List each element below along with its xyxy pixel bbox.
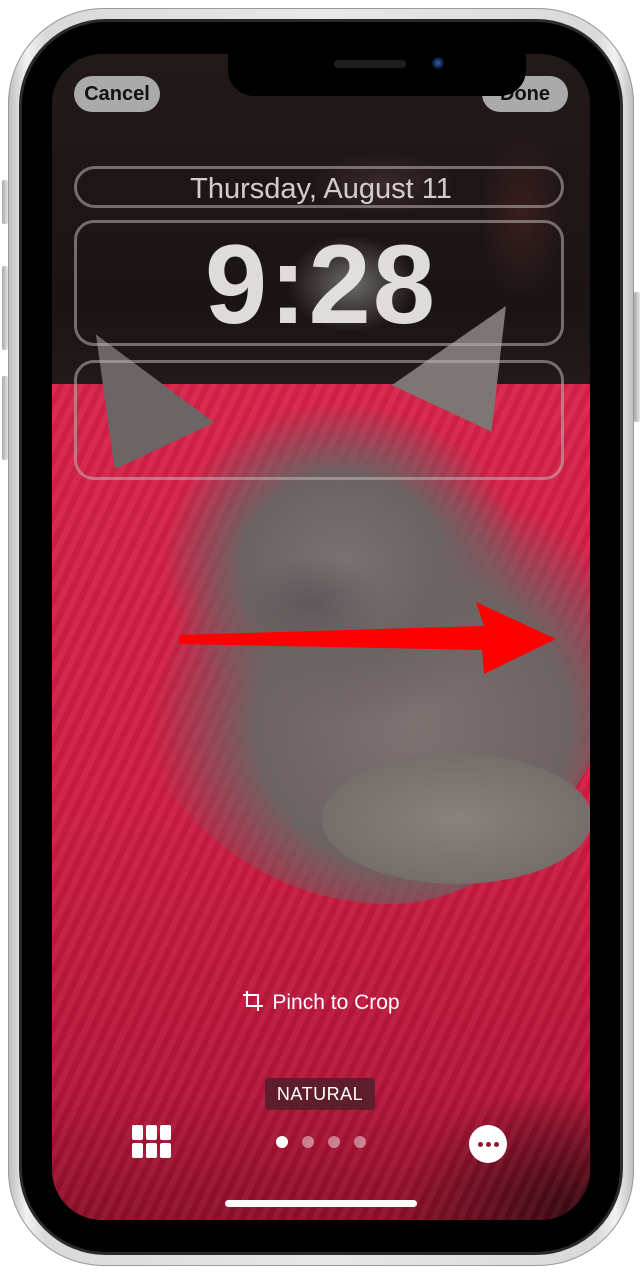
cancel-button[interactable]: Cancel: [74, 76, 160, 112]
silent-switch: [2, 180, 8, 224]
volume-down-button: [2, 376, 8, 460]
home-indicator[interactable]: [225, 1200, 417, 1207]
lock-screen-date: Thursday, August 11: [190, 173, 452, 205]
photo-styles-grid-button[interactable]: [132, 1125, 172, 1161]
side-button: [634, 292, 640, 422]
page-dot-3[interactable]: [328, 1136, 340, 1148]
pinch-to-crop-label: Pinch to Crop: [272, 991, 400, 1014]
crop-icon: [243, 991, 264, 1012]
earpiece-speaker: [334, 60, 406, 68]
page-dot-1[interactable]: [276, 1136, 288, 1148]
photo-style-label: NATURAL: [265, 1078, 375, 1110]
widgets-slot[interactable]: [74, 360, 564, 480]
notch: [228, 54, 526, 96]
volume-up-button: [2, 266, 8, 350]
page-dot-2[interactable]: [302, 1136, 314, 1148]
lock-screen-time: 9:28: [204, 222, 438, 347]
lock-screen-editor: Cancel Done Thursday, August 11 9:28 Pin…: [52, 54, 590, 1220]
page-indicator[interactable]: [276, 1136, 366, 1148]
page-dot-4[interactable]: [354, 1136, 366, 1148]
pinch-to-crop-hint: Pinch to Crop: [52, 988, 590, 1018]
ellipsis-icon: [477, 1141, 483, 1147]
more-options-button[interactable]: [469, 1125, 507, 1163]
grid-icon: [132, 1125, 143, 1140]
wallpaper-cat-paw: [322, 754, 590, 884]
front-camera: [432, 57, 444, 69]
